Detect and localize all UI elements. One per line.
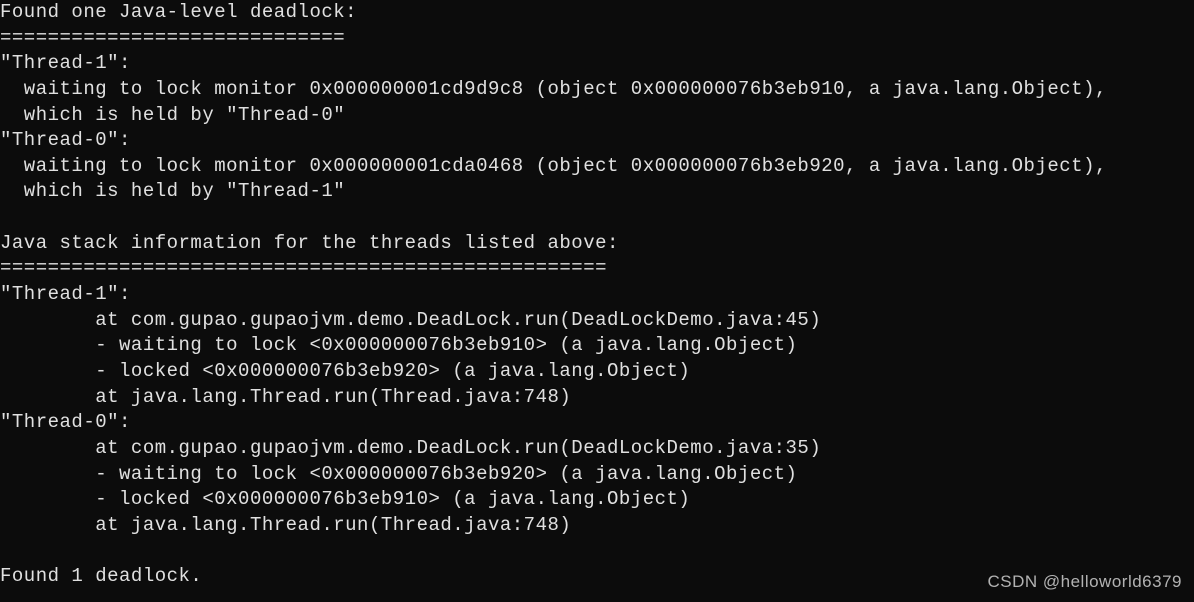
watermark-text: CSDN @helloworld6379 — [987, 571, 1182, 594]
terminal-output: Found one Java-level deadlock: =========… — [0, 0, 1194, 590]
